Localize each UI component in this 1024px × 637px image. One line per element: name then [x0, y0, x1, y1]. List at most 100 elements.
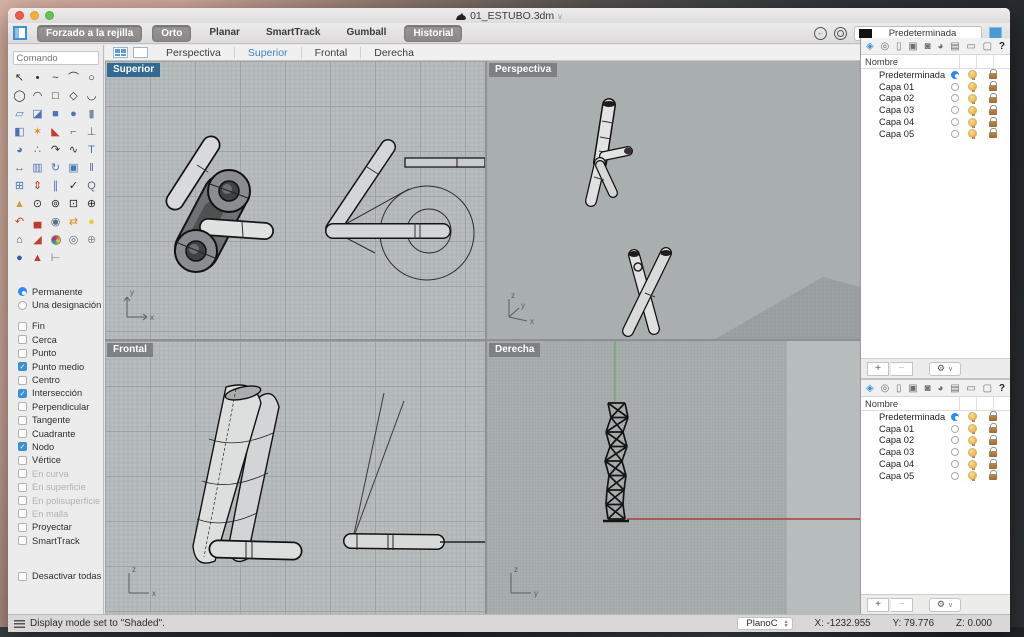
checkbox-punto-medio[interactable]: ✓: [18, 362, 27, 371]
scale-icon[interactable]: ⇕: [29, 177, 47, 195]
shaded-sphere-icon[interactable]: ◎: [65, 231, 83, 249]
record-circle-icon[interactable]: [834, 27, 847, 40]
layer-visibility-bulb-icon[interactable]: [968, 460, 977, 469]
single-viewport-icon[interactable]: [133, 47, 148, 58]
layer-lock-icon[interactable]: [989, 73, 997, 79]
add-layer-button[interactable]: +: [867, 362, 889, 376]
cplane-select[interactable]: PlanoC ▲▼: [737, 617, 792, 630]
car-icon[interactable]: ▄: [29, 213, 47, 231]
checkbox-perpendicular[interactable]: [18, 402, 27, 411]
viewport-derecha[interactable]: Derecha z y: [487, 341, 860, 614]
layers-icon[interactable]: ◈: [866, 41, 874, 52]
layer-row-capa-03[interactable]: Capa 03: [861, 104, 1010, 116]
zoom-extents-icon[interactable]: ⊡: [65, 195, 83, 213]
checkbox-vertice[interactable]: [18, 456, 27, 465]
viewport-tab-perspectiva[interactable]: Perspectiva: [153, 47, 234, 59]
layer-current-radio[interactable]: [951, 472, 959, 480]
layer-visibility-bulb-icon[interactable]: [968, 448, 977, 457]
left-panel-toggle-icon[interactable]: [13, 26, 27, 40]
layer-lock-icon[interactable]: [989, 415, 997, 421]
layer-row-capa-04[interactable]: Capa 04: [861, 116, 1010, 128]
surface-patch-icon[interactable]: ◪: [29, 105, 47, 123]
viewport-tab-superior[interactable]: Superior: [234, 47, 301, 59]
layer-row-capa-01[interactable]: Capa 01: [861, 423, 1010, 435]
checkbox-tangente[interactable]: [18, 416, 27, 425]
lock-icon[interactable]: ⌂: [11, 231, 29, 249]
layer-lock-icon[interactable]: [989, 97, 997, 103]
display-icon[interactable]: ◕: [937, 383, 943, 394]
viewport-perspectiva[interactable]: Perspectiva: [487, 61, 860, 339]
layer-visibility-bulb-icon[interactable]: [968, 471, 977, 480]
zoom-window-icon[interactable]: ⊚: [47, 195, 65, 213]
remove-layer-button[interactable]: −: [891, 598, 913, 612]
layer-row-capa-05[interactable]: Capa 05: [861, 128, 1010, 140]
viewport-tab-derecha[interactable]: Derecha: [360, 47, 427, 59]
render-settings-icon[interactable]: ◎: [880, 383, 889, 394]
add-layer-button[interactable]: +: [867, 598, 889, 612]
swap-hide-icon[interactable]: ⇄: [65, 213, 83, 231]
toolbar-button-smarttrack[interactable]: SmartTrack: [258, 25, 328, 42]
layer-current-radio[interactable]: [951, 94, 959, 102]
chamfer-icon[interactable]: ⌐: [65, 123, 83, 141]
layer-visibility-bulb-icon[interactable]: [968, 118, 977, 127]
rectangle-icon[interactable]: □: [47, 87, 65, 105]
dimension-icon[interactable]: ⊢: [47, 249, 65, 267]
check-icon[interactable]: ✓: [65, 177, 83, 195]
revolve-icon[interactable]: ✶: [29, 123, 47, 141]
layer-current-radio[interactable]: [951, 118, 959, 126]
layer-lock-icon[interactable]: [989, 439, 997, 445]
layer-row-capa-05[interactable]: Capa 05: [861, 470, 1010, 482]
toolbar-button-planar[interactable]: Planar: [201, 25, 248, 42]
toolbar-button-orto[interactable]: Orto: [152, 25, 191, 42]
control-point-curve-icon[interactable]: ~: [47, 69, 65, 87]
layer-visibility-bulb-icon[interactable]: [968, 82, 977, 91]
cylinder-icon[interactable]: ▮: [83, 105, 101, 123]
layer-lock-icon[interactable]: [989, 85, 997, 91]
align-icon[interactable]: ∥: [47, 177, 65, 195]
corner-curve-icon[interactable]: ◡: [83, 87, 101, 105]
layer-current-radio[interactable]: [951, 71, 959, 79]
fillet-icon[interactable]: ◣: [47, 123, 65, 141]
layer-lock-icon[interactable]: [989, 427, 997, 433]
checkbox-punto[interactable]: [18, 349, 27, 358]
pan-icon[interactable]: ⊕: [83, 195, 101, 213]
layer-current-radio[interactable]: [951, 436, 959, 444]
extrude-icon[interactable]: ◧: [11, 123, 29, 141]
viewport-tab-frontal[interactable]: Frontal: [301, 47, 361, 59]
layer-current-radio[interactable]: [951, 413, 959, 421]
layer-row-capa-01[interactable]: Capa 01: [861, 81, 1010, 93]
four-viewports-icon[interactable]: [113, 47, 128, 58]
camera-icon[interactable]: ◙: [925, 41, 931, 52]
command-input[interactable]: [13, 51, 99, 65]
rectangle-icon[interactable]: ▭: [966, 41, 975, 52]
radio-una-designacion[interactable]: [18, 301, 27, 310]
orient-on-surface-icon[interactable]: ▣: [65, 159, 83, 177]
zoom-icon[interactable]: ⊙: [29, 195, 47, 213]
layer-row-predeterminada[interactable]: Predeterminada: [861, 69, 1010, 81]
text-icon[interactable]: T: [83, 141, 101, 159]
checkbox-desactivar-todas[interactable]: [18, 572, 27, 581]
toolbar-button-historial[interactable]: Historial: [404, 25, 462, 42]
copy-icon[interactable]: ▥: [29, 159, 47, 177]
select-icon[interactable]: ↖: [11, 69, 29, 87]
layer-current-radio[interactable]: [951, 425, 959, 433]
viewport-label[interactable]: Superior: [107, 63, 160, 77]
checkbox-cerca[interactable]: [18, 335, 27, 344]
point-icon[interactable]: •: [29, 69, 47, 87]
layer-row-capa-02[interactable]: Capa 02: [861, 435, 1010, 447]
viewport-label[interactable]: Perspectiva: [489, 63, 557, 77]
layer-visibility-bulb-icon[interactable]: [968, 106, 977, 115]
display-icon[interactable]: ◕: [937, 41, 943, 52]
notes-icon[interactable]: ▤: [950, 383, 959, 394]
ellipse-icon[interactable]: ◯: [11, 87, 29, 105]
layer-current-radio[interactable]: [951, 106, 959, 114]
radio-permanente[interactable]: [18, 287, 27, 296]
layer-visibility-bulb-icon[interactable]: [968, 94, 977, 103]
layer-visibility-bulb-icon[interactable]: [968, 412, 977, 421]
layer-row-predeterminada[interactable]: Predeterminada: [861, 411, 1010, 423]
checkbox-cuadrante[interactable]: [18, 429, 27, 438]
layer-lock-icon[interactable]: [989, 109, 997, 115]
layer-visibility-bulb-icon[interactable]: [968, 424, 977, 433]
boolean-union-icon[interactable]: ◕: [11, 141, 29, 159]
undo-view-icon[interactable]: ↶: [11, 213, 29, 231]
